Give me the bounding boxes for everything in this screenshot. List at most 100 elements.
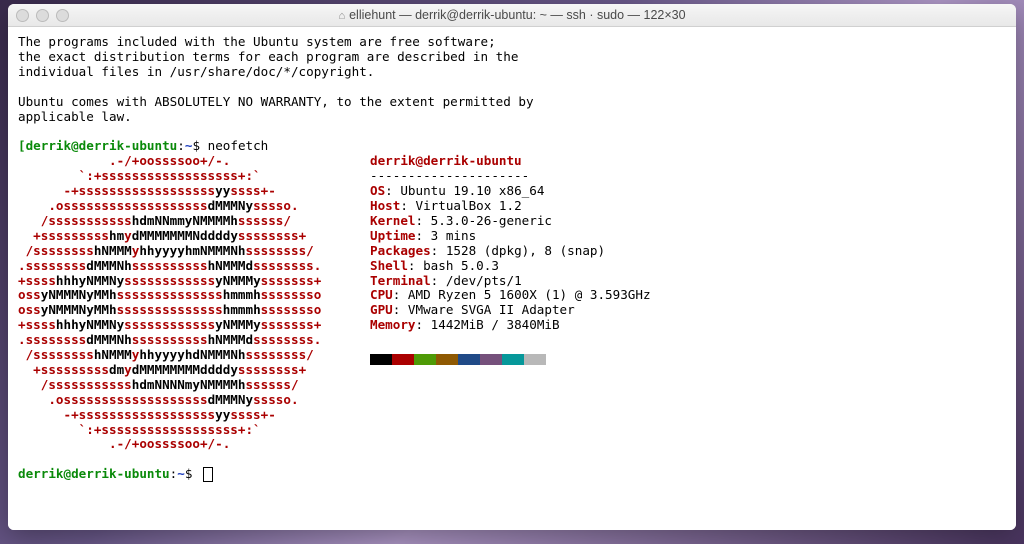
logo-segment: ssssssssssss xyxy=(124,273,215,288)
info-label: GPU xyxy=(370,302,393,317)
motd-line: applicable law. xyxy=(18,109,132,124)
logo-segment: /ssssssss xyxy=(18,243,94,258)
command-text: neofetch xyxy=(208,138,269,153)
logo-segment: ssssssssssssss xyxy=(117,287,223,302)
titlebar: ⌂elliehunt — derrik@derrik-ubuntu: ~ — s… xyxy=(8,4,1016,27)
logo-segment: dMMMMMMMNddddy xyxy=(132,228,238,243)
logo-segment: hNMMMd xyxy=(208,332,254,347)
cursor-icon xyxy=(203,467,213,482)
logo-segment: /ssssssss xyxy=(18,347,94,362)
prompt-userhost: derrik@derrik-ubuntu xyxy=(18,466,170,481)
logo-segment: ssssssss+ xyxy=(238,362,306,377)
info-label: OS xyxy=(370,183,385,198)
info-value: : VirtualBox 1.2 xyxy=(400,198,521,213)
logo-segment: yy xyxy=(215,407,230,422)
logo-segment: ssss+- xyxy=(230,407,276,422)
info-label: Host xyxy=(370,198,400,213)
logo-segment: yNMMMy xyxy=(215,317,261,332)
logo-segment: hhyyyyhdNMMMNh xyxy=(139,347,245,362)
logo-segment: +sssssssss xyxy=(18,228,109,243)
neofetch-output: .-/+oossssoo+/-. `:+ssssssssssssssssss+:… xyxy=(18,154,1006,452)
logo-segment: -+ssssssssssssssssss xyxy=(18,407,215,422)
logo-segment: `:+ssssssssssssssssss+:` xyxy=(18,422,261,437)
info-separator: --------------------- xyxy=(370,168,529,183)
logo-segment: hNMMM xyxy=(94,347,132,362)
logo-segment: ssssss/ xyxy=(245,377,298,392)
logo-segment: y xyxy=(124,228,132,243)
logo-segment: .osssssssssssssssssss xyxy=(18,198,208,213)
logo-segment: oss xyxy=(18,287,41,302)
terminal-window: ⌂elliehunt — derrik@derrik-ubuntu: ~ — s… xyxy=(8,4,1016,530)
info-value: : 5.3.0-26-generic xyxy=(416,213,552,228)
logo-segment: ssssssso xyxy=(261,302,322,317)
color-swatch xyxy=(436,354,458,365)
logo-segment: ssssss/ xyxy=(238,213,291,228)
info-value: : /dev/pts/1 xyxy=(431,273,522,288)
logo-segment: ssssssss/ xyxy=(246,347,314,362)
info-value: : Ubuntu 19.10 x86_64 xyxy=(385,183,544,198)
color-swatch xyxy=(458,354,480,365)
color-swatch xyxy=(392,354,414,365)
logo-segment: dMMMNy xyxy=(208,198,254,213)
info-label: Shell xyxy=(370,258,408,273)
home-icon: ⌂ xyxy=(338,10,345,22)
logo-segment: hNMMMd xyxy=(208,258,254,273)
logo-segment: y xyxy=(124,362,132,377)
logo-segment: hdmNNNNmyNMMMMh xyxy=(132,377,246,392)
logo-segment: yNMMMNyMMh xyxy=(41,302,117,317)
info-label: Uptime xyxy=(370,228,416,243)
logo-segment: ssssssss/ xyxy=(246,243,314,258)
logo-segment: dMMMNh xyxy=(86,258,132,273)
logo-segment: .-/+oossssoo+/-. xyxy=(18,436,230,451)
close-icon[interactable] xyxy=(16,9,29,22)
logo-segment: ssssssso xyxy=(261,287,322,302)
color-swatch xyxy=(370,354,392,365)
prompt-suffix: $ xyxy=(192,138,207,153)
prompt-userhost: derrik@derrik-ubuntu xyxy=(26,138,178,153)
logo-segment: hdmNNmmyNMMMMh xyxy=(132,213,238,228)
logo-segment: dMMMNy xyxy=(208,392,254,407)
sysinfo-column: derrik@derrik-ubuntu -------------------… xyxy=(370,154,1006,452)
logo-segment: .ssssssss xyxy=(18,258,86,273)
logo-segment: sssssss+ xyxy=(261,273,322,288)
logo-segment: dMMMNh xyxy=(86,332,132,347)
info-value: : VMware SVGA II Adapter xyxy=(393,302,575,317)
info-value: : bash 5.0.3 xyxy=(408,258,499,273)
logo-segment: hmmmh xyxy=(223,302,261,317)
info-value: : 1442MiB / 3840MiB xyxy=(416,317,560,332)
logo-segment: yy xyxy=(215,183,230,198)
logo-segment: -+ssssssssssssssssss xyxy=(18,183,215,198)
ascii-logo: .-/+oossssoo+/-. `:+ssssssssssssssssss+:… xyxy=(18,154,370,452)
minimize-icon[interactable] xyxy=(36,9,49,22)
terminal-body[interactable]: The programs included with the Ubuntu sy… xyxy=(8,27,1016,530)
logo-segment: .ssssssss xyxy=(18,332,86,347)
logo-segment: ssssssssssss xyxy=(124,317,215,332)
logo-segment: ssss+- xyxy=(230,183,276,198)
info-value: : AMD Ryzen 5 1600X (1) @ 3.593GHz xyxy=(393,287,651,302)
color-swatch xyxy=(502,354,524,365)
logo-segment: .-/+oossssoo+/-. xyxy=(18,153,230,168)
prompt-suffix: $ xyxy=(185,466,200,481)
logo-segment: dMMMMMMMMddddy xyxy=(132,362,238,377)
color-swatches xyxy=(370,354,1006,365)
info-label: Memory xyxy=(370,317,416,332)
logo-segment: +sssssssss xyxy=(18,362,109,377)
prompt-colon: : xyxy=(177,138,185,153)
logo-segment: ssssssssss xyxy=(132,332,208,347)
logo-segment: hm xyxy=(109,228,124,243)
info-value: : 3 mins xyxy=(416,228,477,243)
zoom-icon[interactable] xyxy=(56,9,69,22)
info-header: derrik@derrik-ubuntu xyxy=(370,153,522,168)
logo-segment: hNMMM xyxy=(94,243,132,258)
logo-segment: sssso. xyxy=(253,392,299,407)
logo-segment: /sssssssssss xyxy=(18,213,132,228)
color-swatch xyxy=(524,354,546,365)
info-value: : 1528 (dpkg), 8 (snap) xyxy=(431,243,605,258)
logo-segment: hmmmh xyxy=(223,287,261,302)
logo-segment: ssssssssss xyxy=(132,258,208,273)
logo-segment: hhyyyyhmNMMMNh xyxy=(139,243,245,258)
logo-segment: sssssss+ xyxy=(261,317,322,332)
info-label: Kernel xyxy=(370,213,416,228)
info-label: CPU xyxy=(370,287,393,302)
info-label: Terminal xyxy=(370,273,431,288)
